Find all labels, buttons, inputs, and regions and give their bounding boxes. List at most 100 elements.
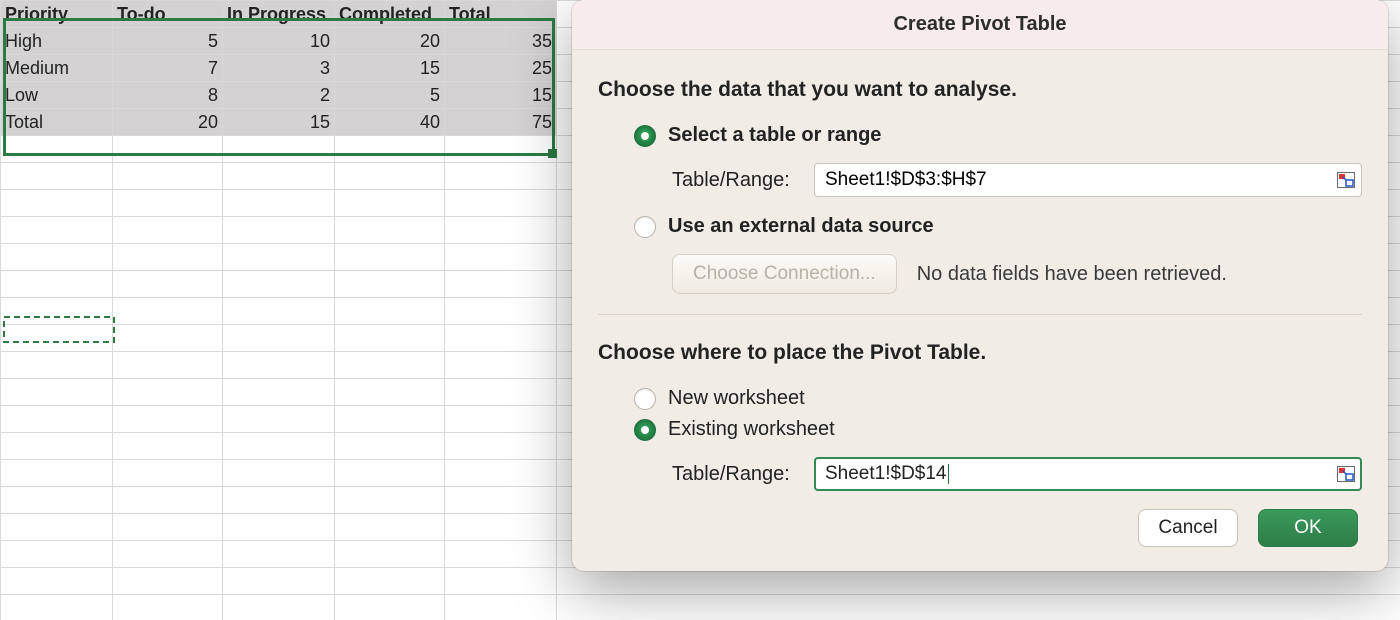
empty-cell[interactable] xyxy=(113,568,223,595)
empty-cell[interactable] xyxy=(1,298,113,325)
empty-cell[interactable] xyxy=(1,541,113,568)
cell-total[interactable]: 15 xyxy=(445,82,557,109)
cell-todo[interactable]: 7 xyxy=(113,55,223,82)
empty-cell[interactable] xyxy=(113,190,223,217)
empty-cell[interactable] xyxy=(1,460,113,487)
empty-cell[interactable] xyxy=(1,244,113,271)
empty-cell[interactable] xyxy=(223,406,335,433)
empty-cell[interactable] xyxy=(113,352,223,379)
empty-cell[interactable] xyxy=(1,487,113,514)
empty-cell[interactable] xyxy=(445,406,557,433)
col-header-todo[interactable]: To-do xyxy=(113,1,223,28)
cancel-button[interactable]: Cancel xyxy=(1138,509,1238,547)
cell-inprogress[interactable]: 15 xyxy=(223,109,335,136)
radio-existing-worksheet[interactable] xyxy=(634,419,656,441)
cell-completed[interactable]: 40 xyxy=(335,109,445,136)
cell-inprogress[interactable]: 3 xyxy=(223,55,335,82)
cell-total[interactable]: 75 xyxy=(445,109,557,136)
empty-cell[interactable] xyxy=(445,190,557,217)
empty-cell[interactable] xyxy=(1,136,113,163)
empty-cell[interactable] xyxy=(223,352,335,379)
empty-cell[interactable] xyxy=(223,190,335,217)
empty-cell[interactable] xyxy=(445,271,557,298)
empty-cell[interactable] xyxy=(223,487,335,514)
empty-cell[interactable] xyxy=(445,460,557,487)
empty-cell[interactable] xyxy=(113,514,223,541)
option-select-range[interactable]: Select a table or range xyxy=(598,124,1362,147)
cell-completed[interactable]: 15 xyxy=(335,55,445,82)
cell-completed[interactable]: 5 xyxy=(335,82,445,109)
empty-cell[interactable] xyxy=(445,217,557,244)
radio-external-source[interactable] xyxy=(634,216,656,238)
empty-cell[interactable] xyxy=(445,595,557,620)
empty-cell[interactable] xyxy=(335,406,445,433)
empty-cell[interactable] xyxy=(223,595,335,620)
empty-cell[interactable] xyxy=(445,514,557,541)
empty-cell[interactable] xyxy=(445,541,557,568)
empty-cell[interactable] xyxy=(335,217,445,244)
ok-button[interactable]: OK xyxy=(1258,509,1358,547)
empty-cell[interactable] xyxy=(335,244,445,271)
cell-todo[interactable]: 5 xyxy=(113,28,223,55)
empty-cell[interactable] xyxy=(1,271,113,298)
col-header-total[interactable]: Total xyxy=(445,1,557,28)
empty-cell[interactable] xyxy=(1,352,113,379)
empty-cell[interactable] xyxy=(223,163,335,190)
col-header-inprogress[interactable]: In Progress xyxy=(223,1,335,28)
cell-todo[interactable]: 8 xyxy=(113,82,223,109)
empty-cell[interactable] xyxy=(1,568,113,595)
empty-cell[interactable] xyxy=(335,541,445,568)
empty-cell[interactable] xyxy=(113,271,223,298)
empty-cell[interactable] xyxy=(335,379,445,406)
empty-cell[interactable] xyxy=(1,433,113,460)
cell-todo[interactable]: 20 xyxy=(113,109,223,136)
cell-inprogress[interactable]: 2 xyxy=(223,82,335,109)
empty-cell[interactable] xyxy=(445,325,557,352)
empty-cell[interactable] xyxy=(223,379,335,406)
empty-cell[interactable] xyxy=(113,406,223,433)
empty-cell[interactable] xyxy=(335,514,445,541)
empty-cell[interactable] xyxy=(335,568,445,595)
empty-cell[interactable] xyxy=(223,217,335,244)
empty-cell[interactable] xyxy=(335,433,445,460)
collapse-dialog-icon[interactable] xyxy=(1336,465,1356,483)
collapse-dialog-icon[interactable] xyxy=(1336,171,1356,189)
empty-cell[interactable] xyxy=(445,568,557,595)
empty-cell[interactable] xyxy=(445,487,557,514)
empty-cell[interactable] xyxy=(113,487,223,514)
empty-cell[interactable] xyxy=(335,487,445,514)
empty-cell[interactable] xyxy=(223,433,335,460)
empty-cell[interactable] xyxy=(1,406,113,433)
empty-cell[interactable] xyxy=(445,298,557,325)
empty-cell[interactable] xyxy=(113,217,223,244)
empty-cell[interactable] xyxy=(113,325,223,352)
empty-cell[interactable] xyxy=(1,379,113,406)
empty-cell[interactable] xyxy=(335,298,445,325)
empty-cell[interactable] xyxy=(335,325,445,352)
cell-total[interactable]: 35 xyxy=(445,28,557,55)
empty-cell[interactable] xyxy=(223,541,335,568)
empty-cell[interactable] xyxy=(1,595,113,620)
empty-cell[interactable] xyxy=(1,190,113,217)
source-range-input[interactable] xyxy=(814,163,1362,197)
option-existing-worksheet[interactable]: Existing worksheet xyxy=(598,418,1362,441)
col-header-priority[interactable]: Priority xyxy=(1,1,113,28)
empty-cell[interactable] xyxy=(223,568,335,595)
empty-cell[interactable] xyxy=(335,352,445,379)
empty-cell[interactable] xyxy=(335,163,445,190)
empty-cell[interactable] xyxy=(445,163,557,190)
empty-cell[interactable] xyxy=(557,568,1400,595)
empty-cell[interactable] xyxy=(445,433,557,460)
empty-cell[interactable] xyxy=(335,136,445,163)
empty-cell[interactable] xyxy=(223,271,335,298)
empty-cell[interactable] xyxy=(113,163,223,190)
empty-cell[interactable] xyxy=(113,460,223,487)
empty-cell[interactable] xyxy=(335,595,445,620)
empty-cell[interactable] xyxy=(445,352,557,379)
radio-new-worksheet[interactable] xyxy=(634,388,656,410)
radio-select-range[interactable] xyxy=(634,125,656,147)
empty-cell[interactable] xyxy=(557,595,1400,620)
empty-cell[interactable] xyxy=(1,514,113,541)
option-new-worksheet[interactable]: New worksheet xyxy=(598,387,1362,410)
empty-cell[interactable] xyxy=(335,460,445,487)
